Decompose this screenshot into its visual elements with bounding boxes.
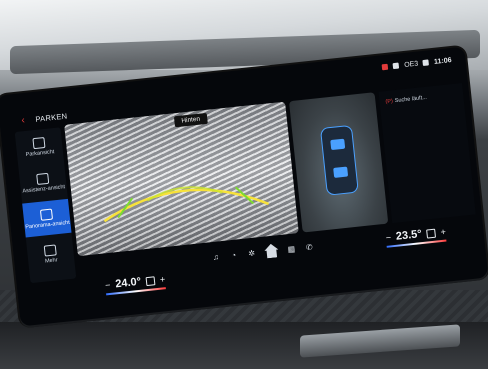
panorama-view-icon — [39, 208, 53, 221]
car-interior-photo: OE3 11:06 ‹ PARKEN Parkansicht Assistenz… — [0, 0, 488, 369]
right-panel: (P)Suche läuft... — [378, 83, 476, 224]
sidebar-item-label: Assistenz-ansicht — [22, 183, 66, 195]
sidebar-item-parkansicht[interactable]: Parkansicht — [15, 127, 64, 166]
car-top-view-icon — [319, 124, 359, 196]
infotainment-screen: OE3 11:06 ‹ PARKEN Parkansicht Assistenz… — [0, 46, 488, 327]
temp-up-button[interactable]: + — [440, 227, 446, 237]
page-title: PARKEN — [34, 111, 68, 124]
passenger-temperature: 23.5° — [395, 228, 423, 243]
status-bar: OE3 11:06 — [382, 54, 452, 73]
sidebar-item-assistenz[interactable]: Assistenz-ansicht — [18, 163, 67, 202]
alert-icon — [382, 63, 389, 71]
seat-icon — [333, 166, 349, 178]
sidebar-item-label: Panorama-ansicht — [25, 219, 71, 230]
temp-down-button[interactable]: − — [105, 280, 111, 290]
phone-icon[interactable]: ◔ — [228, 249, 239, 260]
network-label: OE3 — [403, 60, 419, 69]
clock: 11:06 — [433, 56, 452, 66]
music-icon[interactable]: ♫ — [210, 251, 221, 262]
fan-icon[interactable]: ✲ — [246, 247, 257, 258]
seat-heating-icon[interactable] — [145, 275, 156, 286]
apps-icon[interactable]: ▦ — [286, 243, 297, 254]
climate-passenger: − 23.5° + — [385, 226, 447, 248]
climate-driver: − 24.0° + — [105, 273, 167, 296]
parking-assist-icon: (P) — [385, 98, 394, 106]
parking-view-icon — [32, 136, 46, 149]
sidebar-item-mehr[interactable]: Mehr — [26, 235, 75, 274]
back-button[interactable]: ‹ — [21, 115, 25, 126]
more-icon — [43, 243, 57, 257]
temp-up-button[interactable]: + — [159, 274, 165, 284]
battery-icon — [392, 62, 400, 70]
sidebar-item-label: Mehr — [44, 256, 58, 265]
sidebar-item-panorama[interactable]: Panorama-ansicht — [22, 198, 72, 238]
seat-heating-icon[interactable] — [426, 228, 437, 239]
search-status-text: Suche läuft... — [394, 94, 428, 105]
search-status: (P)Suche läuft... — [385, 95, 427, 105]
temp-down-button[interactable]: − — [385, 232, 391, 242]
phone-call-icon[interactable]: ✆ — [304, 241, 315, 252]
top-view-camera[interactable] — [288, 92, 389, 233]
sidebar-item-label: Parkansicht — [25, 148, 55, 158]
home-icon[interactable] — [264, 243, 279, 258]
assist-view-icon — [36, 172, 50, 185]
rear-camera-view[interactable]: Hinten — [64, 101, 299, 257]
driver-temperature: 24.0° — [114, 275, 142, 291]
seat-icon — [330, 138, 346, 151]
app-dock: ♫ ◔ ✲ ▦ ✆ — [210, 239, 315, 264]
volume-icon — [422, 59, 430, 66]
